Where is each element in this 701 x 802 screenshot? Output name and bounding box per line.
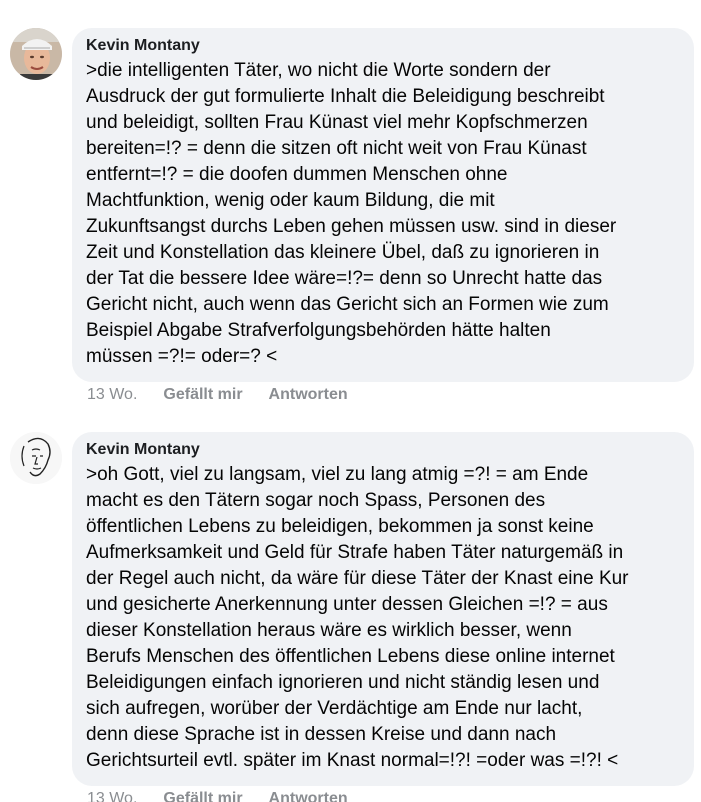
- reply-button[interactable]: Antworten: [269, 386, 348, 404]
- comment-actions: 13 Wo. Gefällt mir Antworten: [87, 790, 348, 802]
- comment-author[interactable]: Kevin Montany: [86, 440, 680, 460]
- reply-button[interactable]: Antworten: [269, 790, 348, 802]
- comment-actions: 13 Wo. Gefällt mir Antworten: [87, 386, 348, 404]
- comment-bubble: Kevin Montany >oh Gott, viel zu langsam,…: [72, 432, 694, 786]
- comment-text: >oh Gott, viel zu langsam, viel zu lang …: [86, 464, 629, 771]
- comment-bubble: Kevin Montany >die intelligenten Täter, …: [72, 28, 694, 382]
- comment-timestamp[interactable]: 13 Wo.: [87, 790, 137, 802]
- like-button[interactable]: Gefällt mir: [163, 790, 242, 802]
- comment-text: >die intelligenten Täter, wo nicht die W…: [86, 60, 617, 367]
- face-sketch-icon: [10, 432, 62, 484]
- like-button[interactable]: Gefällt mir: [163, 386, 242, 404]
- comment-timestamp[interactable]: 13 Wo.: [87, 386, 137, 404]
- user-photo-icon: [10, 28, 62, 80]
- avatar[interactable]: [10, 28, 62, 80]
- avatar[interactable]: [10, 432, 62, 484]
- comment-author[interactable]: Kevin Montany: [86, 36, 680, 56]
